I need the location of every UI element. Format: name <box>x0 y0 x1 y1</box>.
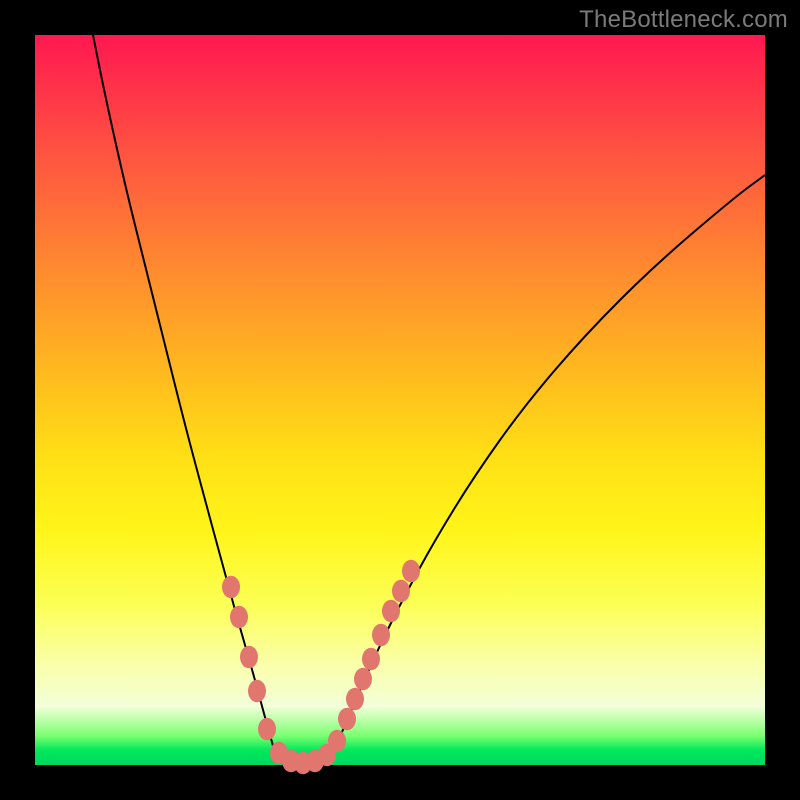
marker-dot <box>354 668 372 691</box>
marker-dot <box>392 580 410 603</box>
marker-dot <box>258 718 276 741</box>
left-branch-curve <box>93 35 275 753</box>
marker-dot <box>372 624 390 647</box>
marker-dot <box>362 648 380 671</box>
marker-dot <box>402 560 420 583</box>
marker-dot <box>338 708 356 731</box>
plot-area <box>35 35 765 765</box>
marker-dot <box>230 606 248 629</box>
marker-dot <box>248 680 266 703</box>
marker-dot <box>222 576 240 599</box>
chart-frame: TheBottleneck.com <box>0 0 800 800</box>
marker-group <box>222 560 420 775</box>
marker-dot <box>346 688 364 711</box>
marker-dot <box>328 730 346 753</box>
marker-dot <box>240 646 258 669</box>
marker-dot <box>382 600 400 623</box>
right-branch-curve <box>333 175 765 753</box>
watermark-text: TheBottleneck.com <box>579 6 788 34</box>
curve-layer <box>35 35 765 765</box>
